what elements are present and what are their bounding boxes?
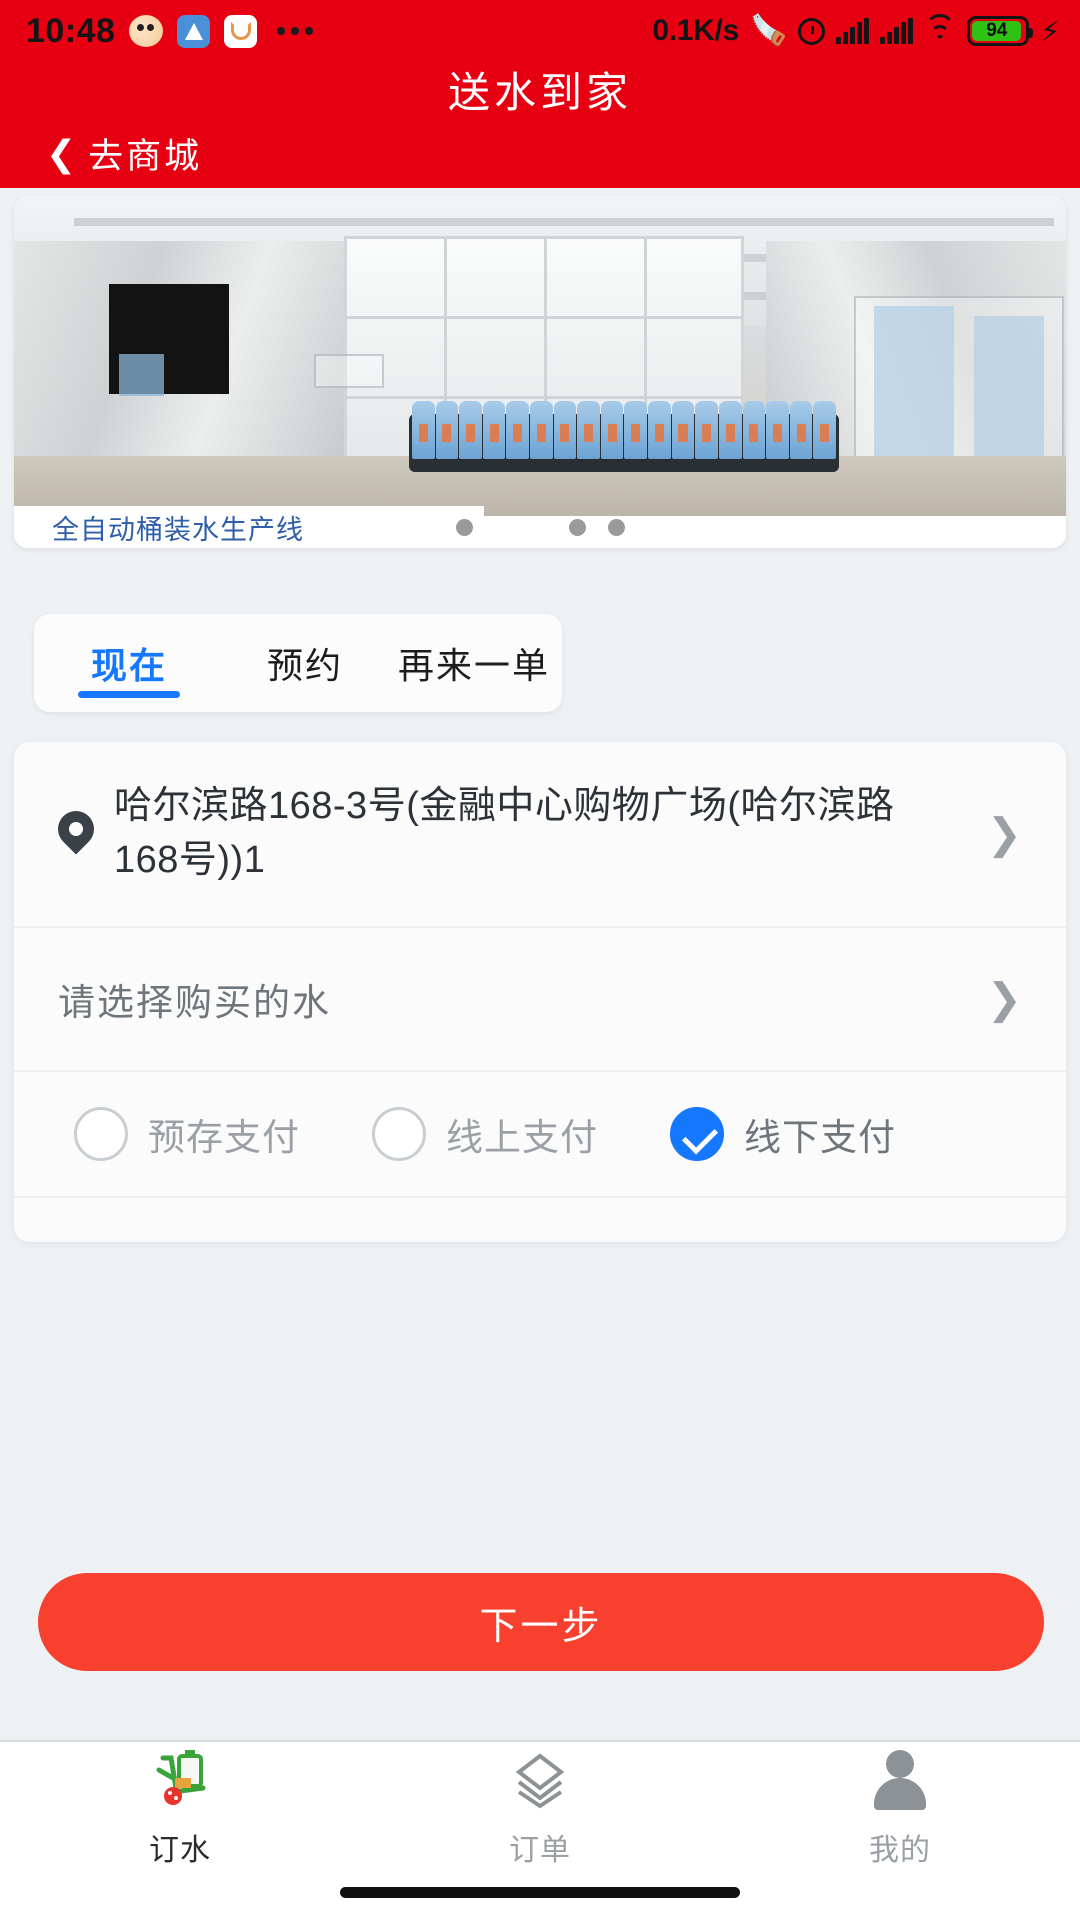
triangle-app-icon (177, 14, 211, 48)
remark-row[interactable]: 无接触配送，请在此处填写备注说明 ❯ (14, 1198, 1066, 1242)
back-label: 去商城 (88, 137, 203, 176)
bottom-tab-bar: 订水 订单 我的 (0, 1740, 1080, 1920)
payment-option-online[interactable]: 线上支付 (372, 1107, 598, 1161)
banner-image (14, 196, 1066, 516)
charging-bolt-icon: ⚡ (1040, 15, 1060, 47)
back-to-mall-button[interactable]: ❮ 去商城 (46, 128, 202, 179)
carousel-dot[interactable] (568, 519, 586, 536)
tab-reserve[interactable]: 预约 (224, 614, 386, 712)
person-icon (873, 1747, 927, 1811)
banner-carousel[interactable]: 全自动桶装水生产线 (14, 196, 1066, 548)
radio-icon[interactable] (74, 1107, 128, 1161)
payment-option-label: 线下支付 (744, 1117, 896, 1158)
app-header: 10:48 0.1K/s 🪚 94 ⚡ 送水到家 ❮ 去商城 (0, 0, 1080, 188)
battery-level: 94 (986, 20, 1008, 41)
tabbar-item-order-water[interactable]: 订水 (0, 1742, 360, 1874)
tabbar-item-orders[interactable]: 订单 (360, 1742, 720, 1874)
address-value: 哈尔滨路168-3号(金融中心购物广场(哈尔滨路168号))1 (114, 785, 895, 881)
payment-option-label: 预存支付 (148, 1117, 300, 1158)
next-step-button[interactable]: 下一步 (38, 1573, 1044, 1671)
chevron-left-icon: ❮ (46, 132, 77, 174)
payment-method-row: 预存支付 线上支付 线下支付 (14, 1072, 1066, 1198)
payment-option-offline[interactable]: 线下支付 (670, 1107, 896, 1161)
water-select-label: 请选择购买的水 (58, 982, 331, 1023)
status-bar: 10:48 0.1K/s 🪚 94 ⚡ (0, 0, 1080, 62)
chick-icon (129, 15, 164, 47)
app-root: 10:48 0.1K/s 🪚 94 ⚡ 送水到家 ❮ 去商城 全自动桶装水生产线… (0, 0, 1080, 1920)
wifi-icon (924, 14, 956, 44)
order-form-card: 哈尔滨路168-3号(金融中心购物广场(哈尔滨路168号))1 ❯ 请选择购买的… (14, 742, 1066, 1242)
chevron-right-icon: ❯ (986, 975, 1022, 1022)
network-speed: 0.1K/s (652, 14, 739, 47)
payment-option-label: 线上支付 (446, 1117, 598, 1158)
home-indicator (340, 1887, 740, 1898)
chevron-right-icon: ❯ (986, 810, 1022, 857)
carousel-dot[interactable] (607, 519, 625, 536)
radio-checked-icon[interactable] (670, 1107, 724, 1161)
address-row[interactable]: 哈尔滨路168-3号(金融中心购物广场(哈尔滨路168号))1 ❯ (14, 742, 1066, 928)
tab-reorder[interactable]: 再来一单 (386, 614, 562, 712)
water-delivery-cart-icon (149, 1747, 211, 1811)
bluetooth-icon: 🪚 (749, 14, 788, 47)
status-bar-right: 0.1K/s 🪚 94 ⚡ (652, 14, 1060, 48)
tabbar-label: 订水 (149, 1834, 211, 1867)
radio-icon[interactable] (372, 1107, 426, 1161)
payment-option-prepaid[interactable]: 预存支付 (74, 1107, 300, 1161)
water-select-row[interactable]: 请选择购买的水 ❯ (14, 928, 1066, 1072)
signal-icon (880, 18, 914, 44)
tabbar-item-profile[interactable]: 我的 (720, 1742, 1080, 1874)
carousel-dot-active[interactable] (494, 519, 547, 536)
page-title: 送水到家 (447, 69, 632, 116)
tabbar-label: 我的 (869, 1834, 931, 1867)
layers-icon (509, 1747, 571, 1811)
status-bar-left: 10:48 (26, 11, 314, 51)
alarm-icon (798, 17, 826, 45)
carousel-dots[interactable] (14, 519, 1066, 536)
location-pin-icon (50, 803, 102, 857)
status-time: 10:48 (26, 11, 116, 50)
tabbar-label: 订单 (509, 1834, 571, 1867)
order-mode-tabs: 现在 预约 再来一单 (34, 614, 562, 712)
battery-icon: 94 (967, 16, 1034, 46)
tab-now[interactable]: 现在 (34, 614, 224, 712)
more-dots-icon (277, 27, 314, 35)
carousel-dot[interactable] (455, 519, 473, 536)
cup-app-icon (224, 14, 258, 48)
bottle-row (412, 401, 836, 459)
signal-icon (836, 18, 870, 44)
